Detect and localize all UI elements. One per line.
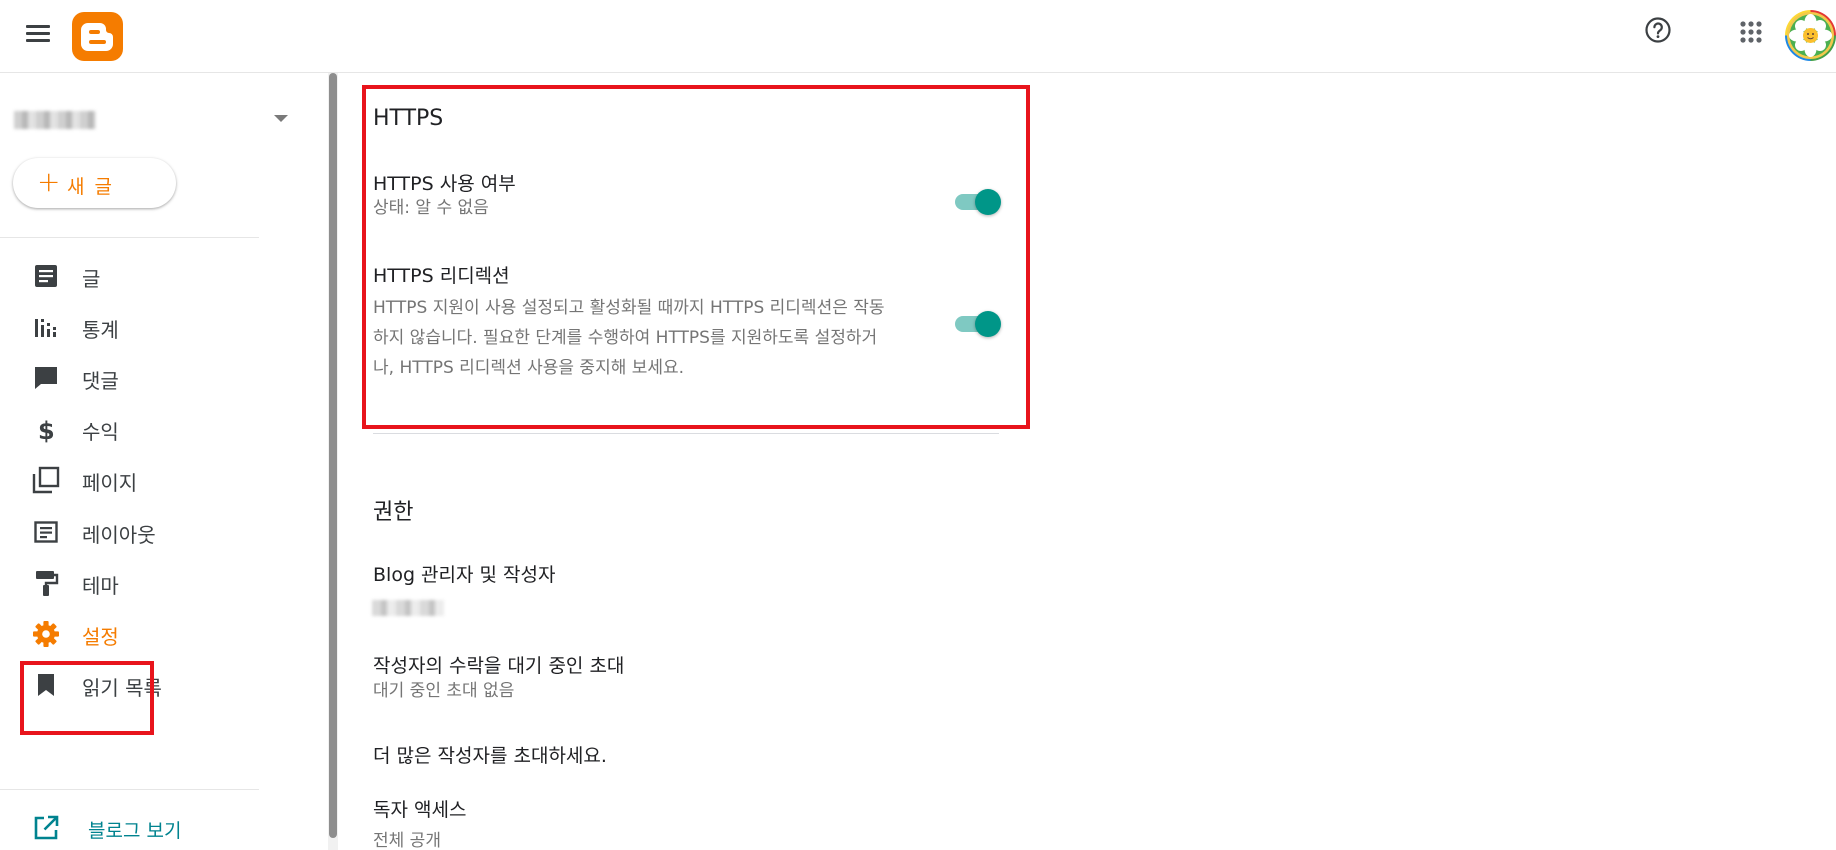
plus-icon: + <box>37 165 61 198</box>
sidebar-item-label: 테마 <box>82 574 119 598</box>
top-app-bar <box>0 0 1836 73</box>
settings-content: HTTPS HTTPS 사용 여부 상태: 알 수 없음 HTTPS 리디렉션 … <box>340 73 1836 850</box>
blog-admins-title[interactable]: Blog 관리자 및 작성자 <box>373 560 555 587</box>
blog-selector-dropdown[interactable] <box>14 101 294 141</box>
sidebar-item-layout[interactable]: 레이아웃 <box>20 506 320 558</box>
sidebar-divider <box>0 237 259 238</box>
stats-icon <box>32 313 60 341</box>
section-divider <box>373 433 999 434</box>
toggle-knob <box>975 189 1001 215</box>
https-redirect-desc-line3: 나, HTTPS 리디렉션 사용을 중지해 보세요. <box>373 358 685 378</box>
gear-icon <box>32 620 60 648</box>
comments-icon <box>32 364 60 392</box>
scrollbar-thumb[interactable] <box>329 73 337 838</box>
new-post-label: 새 글 <box>67 176 114 198</box>
settings-highlight-box <box>20 661 154 735</box>
sidebar-item-label: 설정 <box>82 625 119 649</box>
https-enable-toggle[interactable] <box>953 186 1001 216</box>
dollar-icon: $ <box>32 415 60 445</box>
reader-access-value: 전체 공개 <box>373 831 441 850</box>
https-section-title: HTTPS <box>373 106 444 131</box>
invite-more-authors-link[interactable]: 더 많은 작성자를 초대하세요. <box>373 741 607 768</box>
sidebar-item-label: 페이지 <box>82 471 138 495</box>
open-in-new-icon <box>32 814 60 842</box>
https-redirect-toggle[interactable] <box>953 308 1001 338</box>
layout-icon <box>32 518 60 546</box>
hamburger-menu-icon[interactable] <box>22 18 54 50</box>
sidebar-item-label: 통계 <box>82 318 119 342</box>
pending-invites-status: 대기 중인 초대 없음 <box>373 681 515 701</box>
sidebar-item-earnings[interactable]: $ 수익 <box>20 403 320 455</box>
sidebar-item-posts[interactable]: 글 <box>20 250 320 302</box>
reader-access-title[interactable]: 독자 액세스 <box>373 795 466 822</box>
apps-grid-icon[interactable] <box>1735 16 1767 48</box>
sidebar-item-theme[interactable]: 테마 <box>20 557 320 609</box>
sidebar-divider <box>0 789 259 790</box>
pages-icon <box>32 466 60 494</box>
sidebar-item-label: 댓글 <box>82 369 119 393</box>
chevron-down-icon <box>274 115 288 122</box>
posts-icon <box>32 262 60 290</box>
sidebar-item-pages[interactable]: 페이지 <box>20 454 320 506</box>
sidebar-item-label: 글 <box>82 267 101 291</box>
blog-name-redacted <box>14 111 96 129</box>
sidebar-item-label: 수익 <box>82 420 119 444</box>
sidebar-item-label: 레이아웃 <box>82 523 156 547</box>
https-redirect-title: HTTPS 리디렉션 <box>373 265 510 287</box>
view-blog-label: 블로그 보기 <box>88 820 182 842</box>
permissions-section-title: 권한 <box>373 500 414 525</box>
new-post-button[interactable]: + 새 글 <box>13 158 176 208</box>
user-avatar[interactable] <box>1785 10 1836 61</box>
view-blog-link[interactable]: 블로그 보기 <box>20 802 280 850</box>
pending-invites-title: 작성자의 수락을 대기 중인 초대 <box>373 655 625 677</box>
toggle-knob <box>975 311 1001 337</box>
sidebar-item-comments[interactable]: 댓글 <box>20 352 320 404</box>
sidebar-item-settings[interactable]: 설정 <box>20 608 320 660</box>
https-redirect-desc-line2: 하지 않습니다. 필요한 단계를 수행하여 HTTPS를 지원하도록 설정하거 <box>373 328 878 348</box>
help-circle-icon[interactable] <box>1642 14 1674 46</box>
https-redirect-desc-line1: HTTPS 지원이 사용 설정되고 활성화될 때까지 HTTPS 리디렉션은 작… <box>373 298 885 318</box>
blogger-logo-icon[interactable] <box>72 12 123 61</box>
https-enable-status: 상태: 알 수 없음 <box>373 198 489 218</box>
svg-text:$: $ <box>38 417 55 443</box>
sidebar-item-stats[interactable]: 통계 <box>20 301 320 353</box>
sidebar: + 새 글 글 통계 댓글 $ 수익 페이지 레이아웃 테마 설정 읽기 목록 … <box>0 73 330 850</box>
paint-roller-icon <box>32 569 60 597</box>
https-enable-title: HTTPS 사용 여부 <box>373 173 516 195</box>
author-name-redacted <box>372 600 444 616</box>
